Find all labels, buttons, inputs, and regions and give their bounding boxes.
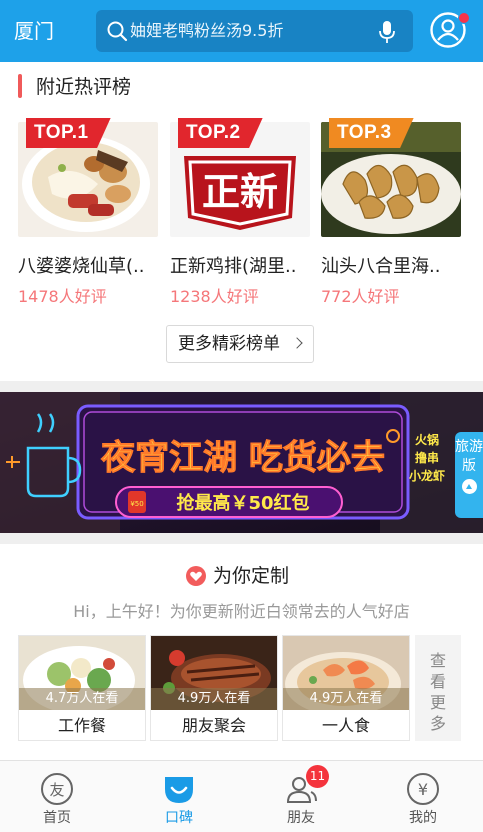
- rank-badge: TOP.2: [178, 118, 263, 148]
- recommend-card[interactable]: 4.9万人在看 朋友聚会: [150, 635, 278, 741]
- custom-section-subtitle: Hi，上午好！为你更新附近白领常去的人气好店: [73, 602, 410, 621]
- search-input[interactable]: 妯娌老鸭粉丝汤9.5折: [130, 10, 283, 52]
- tab-friends[interactable]: 朋友: [256, 761, 346, 832]
- see-more-button[interactable]: 查看更多: [415, 635, 461, 741]
- review-count: 1238人好评: [170, 287, 259, 306]
- store-name[interactable]: 八婆婆烧仙草(..: [18, 252, 158, 278]
- banner-side-text: 火锅: [415, 432, 439, 447]
- koubei-smile-icon: [165, 777, 193, 803]
- store-name[interactable]: 正新鸡排(湖里..: [170, 252, 310, 278]
- tab-home[interactable]: 友 首页: [12, 761, 102, 832]
- viewer-count: 4.7万人在看: [19, 688, 145, 710]
- tab-koubei[interactable]: 口碑: [134, 761, 224, 832]
- hot-list-title: 附近热评榜: [36, 76, 132, 98]
- search-icon: [107, 21, 128, 42]
- chevron-right-icon: [291, 337, 303, 349]
- recommend-card[interactable]: 4.9万人在看 一人食: [282, 635, 410, 741]
- banner-badge: ¥50: [130, 500, 143, 508]
- rank-badge: TOP.1: [26, 118, 111, 148]
- banner-headline: 夜宵江湖 吃货必去: [100, 438, 385, 478]
- tab-label: 首页: [43, 810, 71, 826]
- bottom-navigation: 友 首页 口碑 朋友 ¥ 我的: [0, 760, 483, 832]
- review-count: 1478人好评: [18, 287, 107, 306]
- friends-badge: 11: [306, 765, 329, 788]
- notification-dot: [458, 12, 470, 24]
- travel-mode-label: 旅游版: [455, 439, 483, 474]
- microphone-icon[interactable]: [378, 20, 396, 44]
- promo-banner[interactable]: 夜宵江湖 吃货必去 ¥50 抢最高￥50红包 火锅 撸串 小龙虾: [0, 392, 483, 533]
- tab-label: 口碑: [165, 810, 193, 826]
- store-name[interactable]: 汕头八合里海..: [321, 252, 461, 278]
- tab-label: 朋友: [287, 810, 315, 826]
- section-divider: [0, 533, 483, 544]
- category-label: 一人食: [321, 716, 370, 735]
- more-lists-button[interactable]: 更多精彩榜单: [166, 325, 314, 363]
- category-label: 朋友聚会: [181, 716, 246, 735]
- heart-icon: [186, 566, 206, 586]
- friend-icon: 友: [41, 773, 73, 805]
- svg-text:友: 友: [49, 781, 64, 799]
- banner-subline: 抢最高￥50红包: [176, 492, 309, 514]
- section-divider: [0, 381, 483, 392]
- arrow-up-icon: [461, 479, 477, 494]
- tab-label: 我的: [409, 810, 437, 826]
- recommend-card[interactable]: 4.7万人在看 工作餐: [18, 635, 146, 741]
- tab-mine[interactable]: ¥ 我的: [378, 761, 468, 832]
- city-selector[interactable]: 厦门: [14, 15, 54, 47]
- viewer-count: 4.9万人在看: [151, 688, 277, 710]
- section-accent-bar: [18, 74, 22, 98]
- viewer-count: 4.9万人在看: [283, 688, 409, 710]
- banner-artwork: 夜宵江湖 吃货必去 ¥50 抢最高￥50红包 火锅 撸串 小龙虾: [0, 392, 483, 533]
- custom-section-title: 为你定制: [213, 565, 290, 587]
- see-more-label: 查看更多: [429, 651, 446, 733]
- yuan-icon: ¥: [407, 773, 439, 805]
- review-count: 772人好评: [321, 287, 400, 306]
- banner-side-text: 小龙虾: [409, 468, 445, 483]
- banner-side-text: 撸串: [415, 450, 439, 465]
- more-lists-label: 更多精彩榜单: [178, 334, 280, 354]
- rank-badge: TOP.3: [329, 118, 414, 148]
- search-bar[interactable]: 妯娌老鸭粉丝汤9.5折: [96, 10, 413, 52]
- category-label: 工作餐: [57, 716, 106, 735]
- logo-text: 正新: [202, 170, 278, 214]
- svg-text:¥: ¥: [418, 780, 428, 799]
- travel-mode-tab[interactable]: 旅游版: [455, 432, 483, 518]
